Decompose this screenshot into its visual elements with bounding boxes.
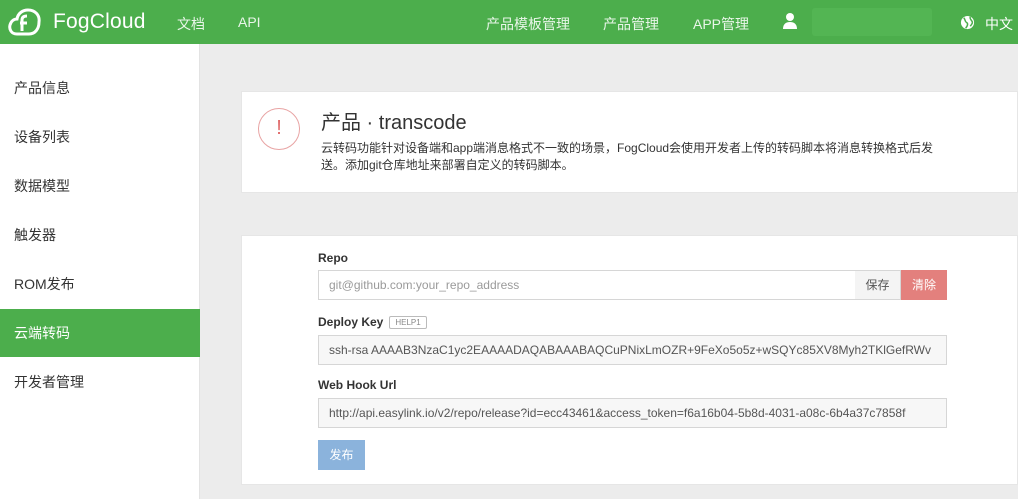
fogcloud-logo-icon[interactable] xyxy=(8,7,42,37)
webhook-url-field[interactable]: http://api.easylink.io/v2/repo/release?i… xyxy=(318,398,947,428)
sidebar: 产品信息 设备列表 数据模型 触发器 ROM发布 云端转码 开发者管理 xyxy=(0,44,200,499)
deploy-key-label: Deploy Key HELP1 xyxy=(318,315,427,330)
nav-products[interactable]: 产品管理 xyxy=(603,14,659,34)
sidebar-item-rom-release[interactable]: ROM发布 xyxy=(0,260,200,308)
nav-api[interactable]: API xyxy=(238,14,261,30)
page-description: 云转码功能针对设备端和app端消息格式不一致的场景，FogCloud会使用开发者… xyxy=(321,141,934,172)
nav-product-templates[interactable]: 产品模板管理 xyxy=(486,14,570,34)
sidebar-item-triggers[interactable]: 触发器 xyxy=(0,211,200,259)
repo-label: Repo xyxy=(318,251,348,265)
nav-docs[interactable]: 文档 xyxy=(177,14,205,34)
sidebar-item-data-model[interactable]: 数据模型 xyxy=(0,162,200,210)
alert-icon: ! xyxy=(258,108,300,150)
deploy-key-label-text: Deploy Key xyxy=(318,315,384,329)
nav-app-management[interactable]: APP管理 xyxy=(693,14,749,34)
webhook-label: Web Hook Url xyxy=(318,378,397,392)
user-account-area[interactable] xyxy=(812,8,932,36)
sidebar-item-developer-management[interactable]: 开发者管理 xyxy=(0,358,200,406)
repo-input[interactable] xyxy=(318,270,856,300)
sidebar-item-device-list[interactable]: 设备列表 xyxy=(0,113,200,161)
help-badge[interactable]: HELP1 xyxy=(389,316,427,330)
save-button[interactable]: 保存 xyxy=(855,270,901,300)
globe-icon[interactable] xyxy=(960,15,975,30)
sidebar-item-product-info[interactable]: 产品信息 xyxy=(0,64,200,112)
product-info-card: ! 产品 · transcode 云转码功能针对设备端和app端消息格式不一致的… xyxy=(241,91,1018,193)
user-icon[interactable] xyxy=(782,12,798,30)
language-switch[interactable]: 中文 xyxy=(985,14,1013,34)
sidebar-item-cloud-transcode[interactable]: 云端转码 xyxy=(0,309,200,357)
clear-button[interactable]: 清除 xyxy=(901,270,947,300)
publish-button[interactable]: 发布 xyxy=(318,440,365,470)
brand-name[interactable]: FogCloud xyxy=(53,10,146,34)
transcode-form-card: Repo 保存 清除 Deploy Key HELP1 ssh-rsa AAAAB… xyxy=(241,235,1018,485)
top-navbar: FogCloud 文档 API 产品模板管理 产品管理 APP管理 中文 xyxy=(0,0,1018,44)
page-title: 产品 · transcode xyxy=(321,112,467,134)
deploy-key-field[interactable]: ssh-rsa AAAAB3NzaC1yc2EAAAADAQABAAABAQCu… xyxy=(318,335,947,365)
